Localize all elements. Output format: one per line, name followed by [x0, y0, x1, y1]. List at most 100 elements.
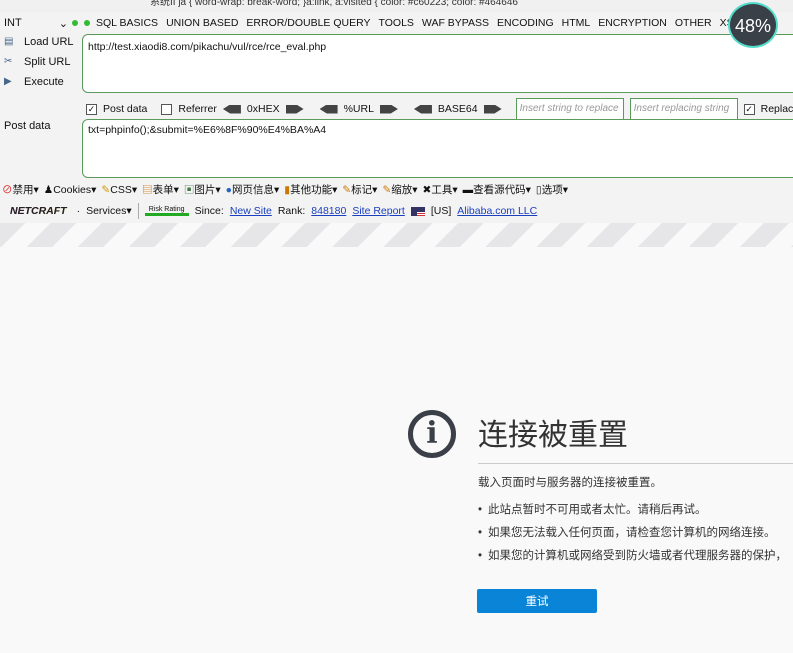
toolbar-css[interactable]: ✎CSS▾ — [101, 184, 137, 196]
toolbar-cookies[interactable]: ♟Cookies▾ — [44, 184, 97, 196]
toolbar-images[interactable]: ▣图片▾ — [184, 182, 221, 197]
label: Cookies — [53, 183, 92, 196]
disable-icon: ⊘ — [2, 184, 13, 196]
label: 禁用 — [12, 184, 34, 196]
toolbar-forms[interactable]: ▤表单▾ — [142, 182, 179, 197]
select-value: INT — [4, 16, 22, 29]
toolbar-outline[interactable]: ✎标记▾ — [342, 182, 377, 197]
menu-union-based[interactable]: UNION BASED — [166, 17, 238, 29]
divider — [478, 463, 793, 464]
toolbar-tools[interactable]: ✖工具▾ — [423, 182, 458, 197]
list-item: 如果您无法载入任何页面，请检查您计算机的网络连接。 — [478, 524, 787, 540]
netcraft-logo[interactable]: NETCRAFT — [6, 205, 71, 217]
replace-string-input[interactable]: Insert replacing string — [629, 98, 738, 120]
label: Services — [86, 205, 127, 217]
menu-waf-bypass[interactable]: WAF BYPASS — [422, 17, 489, 29]
us-flag-icon — [410, 206, 425, 216]
info-icon: i — [408, 410, 456, 458]
retry-button[interactable]: 重试 — [477, 589, 597, 613]
hex-encode-button[interactable] — [285, 104, 304, 114]
cpu-gauge: 48% — [728, 2, 778, 48]
loading-stripe — [0, 223, 793, 247]
url-input[interactable]: http://test.xiaodi8.com/pikachu/vul/rce/… — [82, 34, 793, 93]
play-icon: ▶ — [4, 76, 12, 87]
label: 标记 — [351, 184, 373, 196]
url-encode-button[interactable] — [379, 104, 398, 114]
error-description: 载入页面时与服务器的连接被重置。 — [478, 477, 662, 489]
error-title: 连接被重置 — [478, 419, 628, 452]
split-url-button[interactable]: ✂ Split URL — [4, 56, 80, 68]
rank-link[interactable]: 848180 — [311, 205, 346, 217]
toolbar-info[interactable]: ●网页信息▾ — [226, 182, 280, 197]
status-dot-icon — [72, 20, 78, 26]
label: CSS — [110, 183, 132, 196]
chevron-down-icon: ⌄ — [58, 17, 68, 30]
menu-other[interactable]: OTHER — [675, 17, 712, 29]
list-item: 此站点暂时不可用或者太忙。请稍后再试。 — [478, 501, 787, 517]
base64-decode-button[interactable] — [413, 104, 432, 114]
label: 图片 — [194, 184, 216, 196]
hex-decode-button[interactable] — [222, 104, 241, 114]
toolbar-view-source[interactable]: ▬查看源代码▾ — [463, 182, 531, 197]
label: 网页信息 — [232, 184, 275, 196]
base64-label: BASE64 — [437, 103, 478, 115]
label: 工具 — [431, 184, 453, 196]
referrer-label: Referrer — [178, 103, 217, 115]
referrer-checkbox[interactable] — [161, 103, 173, 115]
web-developer-toolbar: ⊘禁用▾ ♟Cookies▾ ✎CSS▾ ▤表单▾ ▣图片▾ ●网页信息▾ ▮其… — [0, 180, 793, 199]
post-data-field-label: Post data — [4, 120, 51, 132]
url-decode-button[interactable] — [319, 104, 338, 114]
menu-encryption[interactable]: ENCRYPTION — [598, 17, 667, 29]
netcraft-menu-dot[interactable]: · — [77, 205, 81, 217]
post-data-label: Post data — [103, 103, 148, 115]
label: 其他功能 — [290, 184, 333, 196]
rank-label: Rank: — [277, 205, 306, 217]
execute-button[interactable]: ▶ Execute — [4, 76, 80, 88]
url-label: %URL — [343, 103, 374, 115]
base64-encode-button[interactable] — [483, 104, 502, 114]
toolbar-misc[interactable]: ▮其他功能▾ — [284, 182, 337, 197]
load-url-button[interactable]: ▤ Load URL — [4, 36, 80, 48]
pencil-icon: ✎ — [101, 183, 111, 196]
status-dot-icon — [84, 20, 90, 26]
pencil-icon: ✎ — [342, 184, 352, 196]
replace-checkbox[interactable]: ✓ — [743, 103, 755, 115]
label: 查看源代码 — [473, 184, 526, 196]
divider — [137, 203, 139, 219]
post-data-checkbox[interactable]: ✓ — [86, 103, 97, 115]
label: 缩放 — [391, 184, 413, 196]
menu-encoding[interactable]: ENCODING — [497, 17, 554, 29]
load-icon: ▤ — [4, 36, 14, 47]
host-link[interactable]: Alibaba.com LLC — [457, 205, 537, 217]
injection-type-select[interactable]: INT ⌄ — [0, 17, 72, 30]
netcraft-toolbar: NETCRAFT · Services▾ Risk Rating Since: N… — [0, 199, 793, 223]
label: 选项 — [541, 184, 563, 196]
services-menu[interactable]: Services▾ — [86, 205, 132, 217]
hackbar: INT ⌄ SQL BASICS UNION BASED ERROR/DOUBLE… — [0, 12, 793, 180]
replace-label: Replace — [760, 103, 793, 115]
menu-html[interactable]: HTML — [562, 17, 591, 29]
site-report-link[interactable]: Site Report — [352, 205, 405, 217]
hex-label: 0xHEX — [246, 103, 280, 115]
split-url-label: Split URL — [24, 56, 71, 68]
menu-sql-basics[interactable]: SQL BASICS — [96, 17, 158, 29]
terminal-icon: ▬ — [462, 184, 474, 196]
new-site-link[interactable]: New Site — [230, 205, 272, 217]
toolbar-options[interactable]: ▯选项▾ — [536, 182, 568, 197]
form-icon: ▤ — [142, 184, 153, 196]
menu-tools[interactable]: TOOLS — [379, 17, 414, 29]
list-item: 如果您的计算机或网络受到防火墙或者代理服务器的保护， — [478, 547, 787, 563]
since-label: Since: — [194, 205, 224, 217]
country-label: [US] — [430, 205, 452, 217]
toolbar-resize[interactable]: ✎缩放▾ — [382, 182, 417, 197]
page-source-strip: 系统II ja { word-wrap: break-word; }a:link… — [0, 0, 793, 12]
load-url-label: Load URL — [24, 36, 74, 48]
ruler-icon: ✎ — [382, 184, 392, 196]
menu-error-double-query[interactable]: ERROR/DOUBLE QUERY — [246, 17, 370, 29]
post-data-input[interactable]: txt=phpinfo();&submit=%E6%8F%90%E4%BA%A4 — [82, 119, 793, 178]
person-icon: ♟ — [43, 183, 54, 196]
scissors-icon: ✂ — [4, 56, 13, 67]
error-suggestions: 此站点暂时不可用或者太忙。请稍后再试。 如果您无法载入任何页面，请检查您计算机的… — [478, 501, 787, 570]
find-string-input[interactable]: Insert string to replace — [515, 98, 624, 120]
toolbar-disable[interactable]: ⊘禁用▾ — [2, 182, 39, 197]
